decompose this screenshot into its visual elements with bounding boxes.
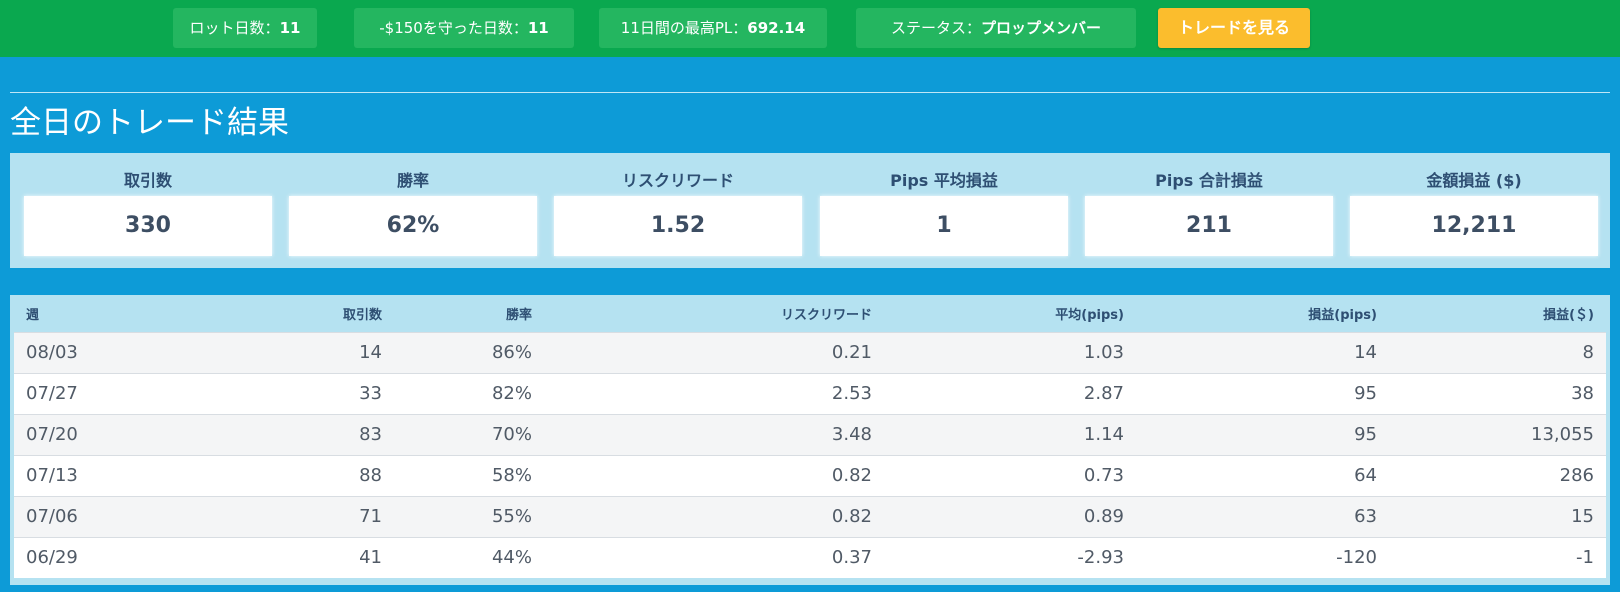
column-header-pl-pips: 損益(pips) bbox=[1308, 307, 1377, 323]
chip-label: ロット日数： bbox=[189, 19, 280, 37]
table-row: 07/27 33 82% 2.53 2.87 95 38 bbox=[14, 373, 1606, 414]
cell-week: 07/13 bbox=[26, 465, 78, 486]
cell-win-rate: 55% bbox=[491, 506, 532, 527]
cell-trades: 33 bbox=[359, 383, 382, 404]
section-divider bbox=[10, 92, 1610, 93]
weekly-results-table: 週 取引数 勝率 リスクリワード 平均(pips) 損益(pips) 損益(＄)… bbox=[10, 295, 1610, 585]
chip-label: -$150を守った日数： bbox=[379, 19, 528, 37]
cell-risk-reward: 0.82 bbox=[831, 465, 872, 486]
cell-win-rate: 70% bbox=[491, 424, 532, 445]
cell-win-rate: 86% bbox=[491, 342, 532, 363]
top-status-bar: ロット日数：11 -$150を守った日数：11 11日間の最高PL：692.14… bbox=[0, 0, 1620, 57]
cell-week: 07/27 bbox=[26, 383, 78, 404]
view-trades-button[interactable]: トレードを見る bbox=[1158, 8, 1310, 48]
cell-pl-pips: 63 bbox=[1354, 506, 1377, 527]
cell-trades: 41 bbox=[359, 547, 382, 569]
cell-pl-pips: 14 bbox=[1354, 342, 1377, 363]
cell-pl-dollar: 8 bbox=[1582, 342, 1594, 363]
status-chip: ステータス：プロップメンバー bbox=[856, 8, 1136, 48]
cell-week: 07/20 bbox=[26, 424, 78, 445]
cell-trades: 83 bbox=[359, 424, 382, 445]
cell-week: 07/06 bbox=[26, 506, 78, 527]
table-row: 07/13 88 58% 0.82 0.73 64 286 bbox=[14, 455, 1606, 496]
best-pl-chip: 11日間の最高PL：692.14 bbox=[599, 8, 827, 48]
kpi-value: 211 bbox=[1085, 196, 1333, 256]
cell-pl-pips: 95 bbox=[1354, 424, 1377, 445]
kpi-win-rate: 勝率 62% bbox=[289, 153, 537, 268]
cell-risk-reward: 2.53 bbox=[831, 383, 872, 404]
cell-pl-dollar: 15 bbox=[1571, 506, 1594, 527]
kpi-label: Pips 平均損益 bbox=[890, 171, 998, 190]
chip-value: 11 bbox=[527, 19, 549, 37]
chip-value: 692.14 bbox=[747, 19, 806, 37]
cell-avg-pips: 2.87 bbox=[1083, 383, 1124, 404]
protected-days-chip: -$150を守った日数：11 bbox=[354, 8, 574, 48]
table-row: 07/06 71 55% 0.82 0.89 63 15 bbox=[14, 496, 1606, 537]
cell-risk-reward: 0.21 bbox=[831, 342, 872, 363]
kpi-risk-reward: リスクリワード 1.52 bbox=[554, 153, 802, 268]
column-header-risk-reward: リスクリワード bbox=[780, 307, 872, 323]
cell-pl-dollar: 13,055 bbox=[1531, 424, 1594, 445]
chip-label: 11日間の最高PL： bbox=[620, 19, 748, 37]
cell-win-rate: 58% bbox=[491, 465, 532, 486]
cell-pl-dollar: 286 bbox=[1559, 465, 1594, 486]
kpi-total-pips: Pips 合計損益 211 bbox=[1085, 153, 1333, 268]
cell-pl-dollar: 38 bbox=[1571, 383, 1594, 404]
table-row: 07/20 83 70% 3.48 1.14 95 13,055 bbox=[14, 414, 1606, 455]
cell-avg-pips: -2.93 bbox=[1077, 547, 1124, 569]
weekly-table: 週 取引数 勝率 リスクリワード 平均(pips) 損益(pips) 損益(＄)… bbox=[14, 295, 1606, 578]
cell-trades: 14 bbox=[359, 342, 382, 363]
section-title: 全日のトレード結果 bbox=[10, 105, 289, 141]
cell-trades: 88 bbox=[359, 465, 382, 486]
cell-risk-reward: 0.82 bbox=[831, 506, 872, 527]
cell-avg-pips: 0.89 bbox=[1083, 506, 1124, 527]
column-header-week: 週 bbox=[26, 307, 40, 323]
chip-value: 11 bbox=[279, 19, 301, 37]
kpi-label: Pips 合計損益 bbox=[1155, 171, 1263, 190]
kpi-value: 1 bbox=[820, 196, 1068, 256]
kpi-value: 1.52 bbox=[554, 196, 802, 256]
cell-avg-pips: 0.73 bbox=[1083, 465, 1124, 486]
cell-week: 08/03 bbox=[26, 342, 78, 363]
kpi-value: 330 bbox=[24, 196, 272, 256]
cell-win-rate: 44% bbox=[491, 547, 532, 569]
chip-label: ステータス： bbox=[890, 19, 981, 37]
column-header-avg-pips: 平均(pips) bbox=[1055, 307, 1124, 323]
kpi-value: 62% bbox=[289, 196, 537, 256]
table-row: 06/29 41 44% 0.37 -2.93 -120 -1 bbox=[14, 537, 1606, 578]
kpi-avg-pips: Pips 平均損益 1 bbox=[820, 153, 1068, 268]
kpi-dollar-pl: 金額損益 ($) 12,211 bbox=[1350, 153, 1598, 268]
cell-pl-pips: 95 bbox=[1354, 383, 1377, 404]
cell-avg-pips: 1.14 bbox=[1083, 424, 1124, 445]
kpi-panel: 取引数 330 勝率 62% リスクリワード 1.52 Pips 平均損益 1 … bbox=[10, 153, 1610, 268]
column-header-trades: 取引数 bbox=[342, 307, 382, 323]
table-header-row: 週 取引数 勝率 リスクリワード 平均(pips) 損益(pips) 損益(＄) bbox=[14, 295, 1606, 332]
cell-pl-pips: -120 bbox=[1336, 547, 1377, 569]
cell-pl-pips: 64 bbox=[1354, 465, 1377, 486]
cell-pl-dollar: -1 bbox=[1576, 547, 1594, 569]
lot-days-chip: ロット日数：11 bbox=[173, 8, 317, 48]
kpi-label: 金額損益 ($) bbox=[1426, 171, 1522, 190]
cell-avg-pips: 1.03 bbox=[1083, 342, 1124, 363]
cell-risk-reward: 0.37 bbox=[831, 547, 872, 569]
table-row: 08/03 14 86% 0.21 1.03 14 8 bbox=[14, 332, 1606, 373]
kpi-trade-count: 取引数 330 bbox=[24, 153, 272, 268]
kpi-value: 12,211 bbox=[1350, 196, 1598, 256]
cell-trades: 71 bbox=[359, 506, 382, 527]
column-header-win-rate: 勝率 bbox=[505, 307, 532, 323]
kpi-label: リスクリワード bbox=[621, 171, 734, 190]
cell-risk-reward: 3.48 bbox=[831, 424, 872, 445]
cell-win-rate: 82% bbox=[491, 383, 532, 404]
kpi-label: 勝率 bbox=[396, 171, 429, 190]
cell-week: 06/29 bbox=[26, 547, 78, 569]
chip-value: プロップメンバー bbox=[981, 19, 1102, 37]
column-header-pl-dollar: 損益(＄) bbox=[1543, 307, 1594, 323]
kpi-label: 取引数 bbox=[123, 171, 172, 190]
